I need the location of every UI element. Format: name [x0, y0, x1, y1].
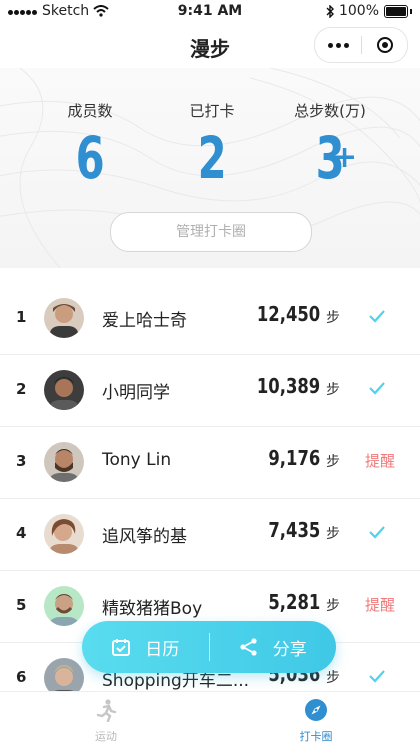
stat-members: 成员数 6: [20, 100, 160, 193]
checkmark-icon: [369, 382, 385, 395]
share-button[interactable]: 分享: [210, 635, 337, 660]
target-icon[interactable]: [362, 37, 407, 53]
rank-number: 5: [16, 596, 27, 614]
rank-number: 6: [16, 668, 27, 686]
checkmark-icon: [369, 526, 385, 539]
stat-members-label: 成员数: [67, 102, 113, 120]
manage-circle-button[interactable]: 管理打卡圈: [110, 212, 312, 252]
step-count: 7,435: [268, 518, 320, 542]
member-name: Tony Lin: [102, 450, 172, 470]
avatar: [44, 586, 84, 626]
floating-action-bar: 日历 分享: [82, 621, 336, 673]
stat-total-steps: 总步数(万) 3: [260, 100, 400, 193]
step-unit: 步: [326, 310, 340, 326]
list-item[interactable]: 1 爱上哈士奇 12,450 步: [0, 282, 420, 355]
share-icon: [240, 638, 257, 656]
tab-sport[interactable]: 运动: [36, 698, 176, 744]
list-item[interactable]: 4 追风筝的基 7,435 步: [0, 498, 420, 571]
avatar: [44, 370, 84, 410]
member-name: 精致猪猪Boy: [102, 599, 203, 619]
avatar: [44, 514, 84, 554]
step-count: 9,176: [268, 446, 320, 470]
remind-button[interactable]: 提醒: [365, 450, 395, 471]
stat-total-steps-plus: +: [332, 140, 358, 175]
checkmark-icon: [369, 670, 385, 683]
avatar: [44, 442, 84, 482]
stats-header: 成员数 6 已打卡 2 总步数(万) 3 + 管理打卡圈: [0, 68, 420, 268]
nav-bar: 漫步: [0, 24, 420, 68]
calendar-icon: [112, 639, 131, 656]
stat-members-value: 6: [75, 124, 105, 192]
tab-sport-label: 运动: [95, 730, 117, 743]
tab-bar: 运动 打卡圈: [0, 691, 420, 748]
remind-button[interactable]: 提醒: [365, 594, 395, 615]
list-item[interactable]: 3 Tony Lin 9,176 步 提醒: [0, 426, 420, 499]
rank-number: 2: [16, 380, 27, 398]
step-unit: 步: [326, 670, 340, 686]
checkmark-icon: [369, 310, 385, 323]
member-name: 小明同学: [102, 383, 170, 403]
status-bar: Sketch 9:41 AM 100%: [0, 0, 420, 24]
member-name: 追风筝的基: [102, 527, 187, 547]
stat-total-steps-label: 总步数(万): [294, 102, 366, 120]
tab-checkin-circle-label: 打卡圈: [299, 730, 333, 743]
stat-checked-in-value: 2: [197, 124, 227, 192]
mini-program-capsule: [314, 27, 408, 63]
member-name: 爱上哈士奇: [102, 311, 187, 331]
battery-percent: 100%: [338, 3, 379, 19]
step-unit: 步: [326, 382, 340, 398]
running-icon: [96, 699, 117, 723]
step-unit: 步: [326, 598, 340, 614]
rank-number: 4: [16, 524, 27, 542]
step-unit: 步: [326, 526, 340, 542]
step-count: 12,450: [256, 302, 320, 326]
rank-number: 1: [16, 308, 27, 326]
battery-icon: [384, 4, 408, 18]
avatar: [44, 298, 84, 338]
tab-checkin-circle[interactable]: 打卡圈: [246, 698, 386, 744]
calendar-button[interactable]: 日历: [82, 635, 209, 660]
step-count: 5,281: [268, 590, 320, 614]
bluetooth-icon: [326, 4, 334, 18]
rank-number: 3: [16, 452, 27, 470]
list-item[interactable]: 2 小明同学 10,389 步: [0, 354, 420, 427]
more-dots-icon[interactable]: [315, 42, 361, 48]
step-count: 10,389: [256, 374, 320, 398]
calendar-label: 日历: [145, 639, 180, 660]
compass-icon: [305, 699, 327, 721]
step-unit: 步: [326, 454, 340, 470]
share-label: 分享: [272, 639, 307, 660]
